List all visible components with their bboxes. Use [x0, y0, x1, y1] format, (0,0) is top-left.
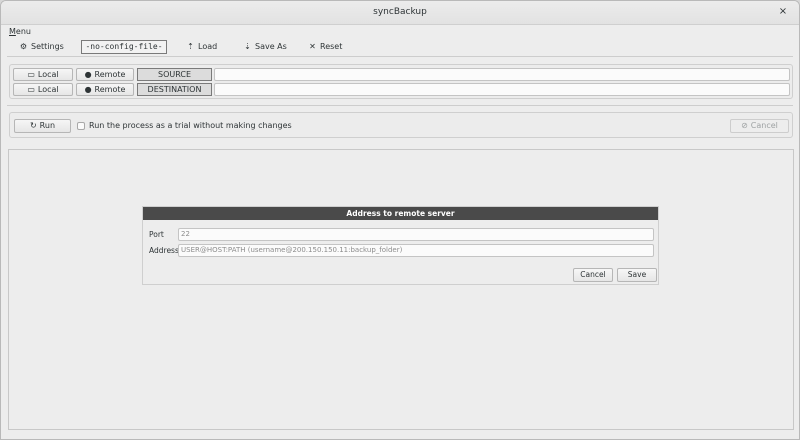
source-local-button[interactable]: ▭ Local	[13, 68, 73, 81]
upload-icon: ⇡	[187, 42, 194, 51]
paths-divider	[7, 105, 793, 106]
destination-remote-label: Remote	[94, 85, 126, 94]
menu-button[interactable]: Menu	[9, 27, 31, 36]
work-area	[8, 149, 794, 430]
toolbar-divider	[7, 56, 793, 57]
folder-icon: ▭	[27, 70, 35, 79]
save-as-label: Save As	[255, 42, 287, 51]
gear-icon: ⚙	[19, 42, 28, 51]
window-close-button[interactable]: ×	[777, 6, 789, 18]
globe-icon: ●	[84, 70, 92, 79]
source-local-label: Local	[37, 70, 59, 79]
destination-role-label: DESTINATION	[137, 83, 212, 96]
cancel-icon: ⊘	[741, 121, 748, 130]
source-role-label: SOURCE	[137, 68, 212, 81]
address-input[interactable]: USER@HOST:PATH (username@200.150.150.11:…	[178, 244, 654, 257]
load-label: Load	[198, 42, 218, 51]
source-path-field[interactable]	[214, 68, 790, 81]
address-label: Address	[149, 246, 179, 255]
destination-local-label: Local	[37, 85, 59, 94]
menu-label-rest: enu	[15, 27, 31, 36]
menu-mnemonic: M	[9, 27, 16, 36]
settings-button[interactable]: ⚙ Settings	[19, 40, 64, 54]
destination-local-button[interactable]: ▭ Local	[13, 83, 73, 96]
title-bar[interactable]: syncBackup ×	[1, 1, 799, 25]
download-icon: ⇣	[244, 42, 251, 51]
settings-label: Settings	[31, 42, 64, 51]
menu-bar: Menu	[1, 25, 799, 39]
reset-button[interactable]: ✕ Reset	[308, 40, 342, 54]
config-file-label: -no-config-file-	[81, 40, 167, 54]
remote-address-dialog: Address to remote server Port 22 Address…	[142, 206, 659, 285]
globe-icon: ●	[84, 85, 92, 94]
load-button[interactable]: ⇡ Load	[186, 40, 217, 54]
cancel-run-button[interactable]: ⊘ Cancel	[730, 119, 789, 133]
window-title: syncBackup	[373, 7, 427, 17]
port-input[interactable]: 22	[178, 228, 654, 241]
folder-icon: ▭	[27, 85, 35, 94]
dialog-cancel-button[interactable]: Cancel	[573, 268, 613, 282]
port-label: Port	[149, 230, 164, 239]
dialog-title: Address to remote server	[143, 207, 658, 220]
source-remote-label: Remote	[94, 70, 126, 79]
destination-remote-button[interactable]: ● Remote	[76, 83, 134, 96]
run-frame: ↻ Run Run the process as a trial without …	[9, 112, 793, 138]
paths-frame: ▭ Local ● Remote SOURCE ▭ Local ● Remote DES…	[9, 64, 793, 99]
close-icon: ✕	[309, 42, 316, 51]
run-button[interactable]: ↻ Run	[14, 119, 71, 133]
refresh-icon: ↻	[29, 121, 37, 130]
dry-run-checkbox[interactable]	[77, 122, 85, 130]
run-label: Run	[39, 121, 56, 130]
reset-label: Reset	[320, 42, 343, 51]
save-as-button[interactable]: ⇣ Save As	[243, 40, 287, 54]
dialog-save-button[interactable]: Save	[617, 268, 657, 282]
source-remote-button[interactable]: ● Remote	[76, 68, 134, 81]
cancel-run-label: Cancel	[750, 121, 778, 130]
destination-path-field[interactable]	[214, 83, 790, 96]
app-window: syncBackup × Menu ⚙ Settings ⇡ Load ⇣ Save …	[0, 0, 800, 440]
dry-run-label: Run the process as a trial without makin…	[89, 121, 292, 130]
